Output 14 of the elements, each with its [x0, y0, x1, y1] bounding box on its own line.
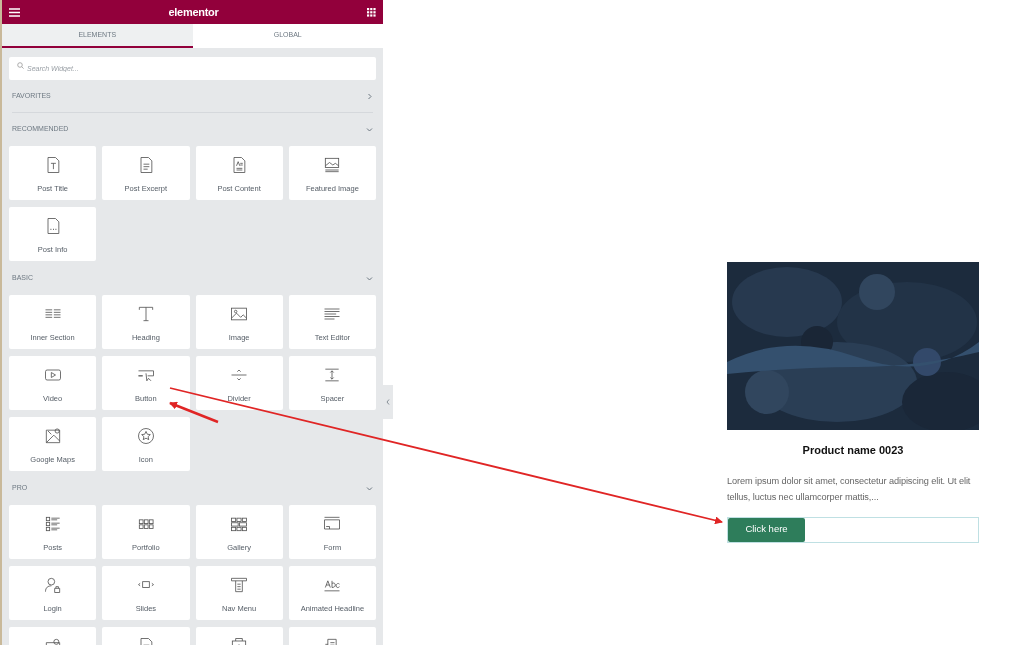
click-here-button[interactable]: Click here — [728, 517, 805, 542]
chevron-right-icon[interactable] — [366, 92, 373, 100]
chevron-down-icon[interactable] — [366, 275, 373, 282]
person-icon — [42, 575, 63, 595]
menu-icon[interactable] — [9, 7, 20, 17]
app-title: elementor — [168, 4, 219, 20]
menu-icon — [229, 575, 250, 595]
collapse-handle[interactable] — [383, 385, 393, 419]
chevron-down-icon[interactable] — [366, 485, 373, 492]
apps-grid-icon[interactable] — [367, 7, 376, 17]
chevron-left-icon — [386, 399, 390, 405]
product-title: Product name 0023 — [801, 443, 905, 458]
product-description: Lorem ipsum dolor sit amet, consectetur adipiscing elit. Ut elit tellus, luctus nec ullamcorper mattis,... — [727, 474, 972, 504]
chevron-down-icon[interactable] — [366, 126, 373, 133]
